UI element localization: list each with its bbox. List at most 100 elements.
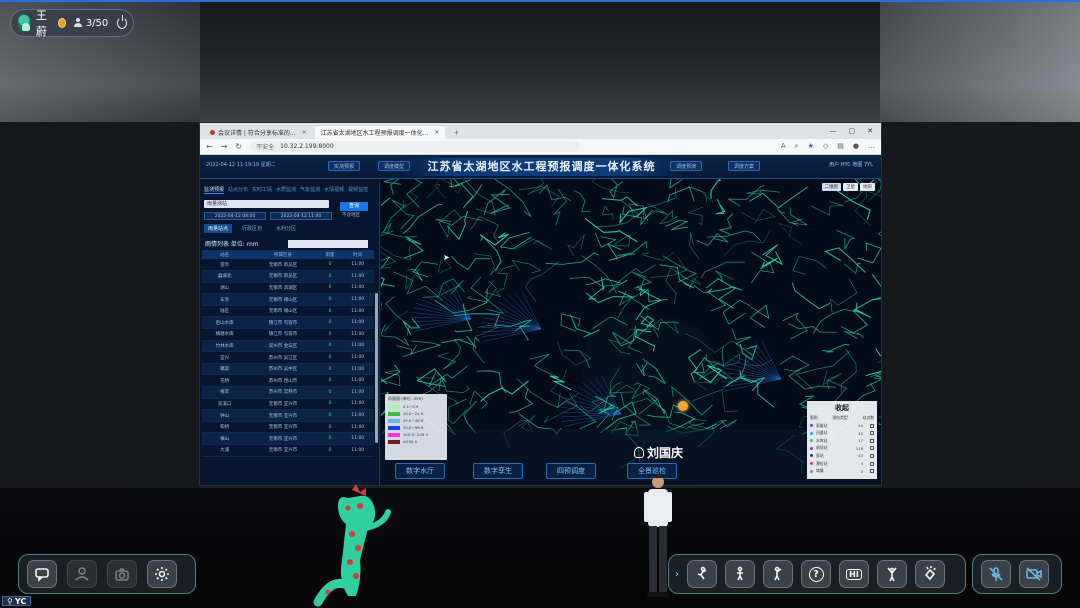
minimize-icon[interactable]: — bbox=[830, 127, 837, 135]
station-type-select[interactable]: 雨量测站 bbox=[204, 200, 329, 208]
table-row[interactable]: 东亭 无锡市 锡山区 0 11:00 bbox=[202, 293, 374, 306]
table-row[interactable]: 后山水库 镇江市 句容市 0 11:00 bbox=[202, 316, 374, 330]
table-row[interactable]: 蠡城北 无锡市 新吴区 0 11:00 bbox=[202, 270, 374, 283]
header-button-rehearsal[interactable]: 调度预演 bbox=[670, 161, 703, 171]
browser-tab-meeting[interactable]: 会议详情 | 符合分享标准的... ✕ bbox=[204, 126, 313, 139]
cheer-button[interactable] bbox=[877, 560, 907, 588]
sub-tab[interactable]: 水利分区 bbox=[272, 224, 300, 233]
chat-button[interactable] bbox=[27, 560, 57, 588]
mic-toggle-button[interactable] bbox=[981, 560, 1011, 588]
river-line bbox=[553, 189, 567, 226]
forward-icon[interactable]: → bbox=[221, 142, 228, 151]
layer-satellite-button[interactable]: 卫星 bbox=[843, 183, 858, 191]
profile-icon[interactable]: ● bbox=[853, 142, 859, 151]
table-row[interactable]: 横塘水库 镇江市 句容市 0 11:00 bbox=[202, 328, 374, 341]
station-type-checkbox[interactable] bbox=[870, 453, 874, 458]
panel-tab[interactable]: 视频监控 bbox=[348, 186, 368, 194]
station-type-checkbox[interactable] bbox=[870, 469, 874, 474]
table-row[interactable]: 梅李 苏州市 常熟市 0 11:00 bbox=[202, 386, 374, 399]
column-header[interactable]: 时间 bbox=[341, 250, 374, 259]
camera-toggle-button[interactable] bbox=[1019, 560, 1049, 588]
station-type-checkbox[interactable] bbox=[870, 446, 874, 451]
table-row[interactable]: 陆区 无锡市 锡山区 0 11:00 bbox=[202, 305, 374, 318]
collapse-button[interactable]: 收起 bbox=[810, 403, 874, 413]
user-button[interactable] bbox=[67, 560, 97, 588]
close-icon[interactable]: ✕ bbox=[302, 129, 307, 136]
extensions-icon[interactable]: ◇ bbox=[823, 142, 828, 151]
panel-tab[interactable]: 实时工情 bbox=[252, 186, 272, 194]
favorite-star-icon[interactable]: ★ bbox=[808, 142, 814, 151]
hi-button[interactable]: HI bbox=[839, 560, 869, 588]
station-search-input[interactable] bbox=[288, 239, 368, 248]
header-button-forecast[interactable]: 实测预报 bbox=[328, 161, 361, 171]
layer-2d-button[interactable]: 二维图 bbox=[821, 183, 841, 191]
location-marker-icon[interactable] bbox=[678, 401, 688, 411]
gesture-button-2[interactable] bbox=[725, 560, 755, 588]
date-to-input[interactable]: 2022-04-12 11:00 bbox=[270, 212, 332, 220]
river-network-map[interactable]: 二维图 卫星 地形 ➤ 雨量图 (单位: mm) 0.1~9.9 10.0~24.… bbox=[381, 179, 881, 485]
table-row[interactable]: 藕渠 苏州市 吴中区 0 11:00 bbox=[202, 363, 374, 376]
sub-tab[interactable]: 雨量站点 bbox=[204, 224, 233, 233]
layer-terrain-button[interactable]: 地形 bbox=[860, 183, 875, 191]
user-badge[interactable]: 王蔚 3/50 bbox=[10, 9, 134, 38]
river-line bbox=[581, 255, 617, 294]
table-row[interactable]: 竹林水库 常州市 金坛区 0 11:00 bbox=[202, 340, 374, 353]
panel-tab[interactable]: 水情视频 bbox=[324, 186, 344, 194]
map-button-four-forecast[interactable]: 四预调度 bbox=[546, 463, 596, 479]
reload-icon[interactable]: ↻ bbox=[235, 142, 242, 151]
read-aloud-icon[interactable]: A bbox=[781, 142, 786, 151]
url-text: 10.32.2.199:8000 bbox=[280, 143, 334, 150]
power-icon[interactable] bbox=[117, 15, 127, 29]
table-row[interactable]: 大浦 无锡市 宜兴市 0 11:00 bbox=[202, 444, 374, 457]
dance-icon bbox=[697, 566, 707, 580]
gesture-button-1[interactable] bbox=[687, 560, 717, 588]
table-row[interactable]: 钟山 无锡市 宜兴市 0 11:00 bbox=[202, 409, 374, 422]
table-row[interactable]: 双溪口 无锡市 宜兴市 0 11:00 bbox=[202, 398, 374, 411]
gesture-button-3[interactable] bbox=[763, 560, 793, 588]
column-header[interactable]: 雨量 bbox=[318, 250, 342, 259]
close-window-icon[interactable]: ✕ bbox=[867, 127, 873, 135]
query-button[interactable]: 查询 bbox=[340, 202, 368, 211]
panel-tab[interactable]: 监测预报 bbox=[204, 186, 225, 194]
settings-button[interactable] bbox=[147, 560, 177, 588]
station-type-checkbox[interactable] bbox=[870, 438, 874, 443]
table-cell: 11:00 bbox=[341, 270, 374, 283]
browser-tab-system[interactable]: 江苏省太湖地区水工程预报调度一体化... ✕ bbox=[314, 126, 446, 139]
table-row[interactable]: 湖山 无锡市 滨湖区 0 11:00 bbox=[202, 282, 374, 295]
new-tab-icon[interactable]: ＋ bbox=[447, 126, 465, 139]
camera-button[interactable] bbox=[107, 560, 137, 588]
station-type-checkbox[interactable] bbox=[870, 423, 874, 428]
table-row[interactable]: 花桥 苏州市 昆山市 0 11:00 bbox=[202, 374, 374, 388]
url-bar[interactable]: 不安全 10.32.2.199:8000 bbox=[250, 141, 581, 152]
collections-icon[interactable]: ▤ bbox=[837, 142, 844, 151]
panel-tab[interactable]: 气象监测 bbox=[300, 186, 320, 194]
back-icon[interactable]: ← bbox=[206, 142, 213, 151]
sub-tab[interactable]: 行政区划 bbox=[238, 224, 266, 233]
station-type-checkbox[interactable] bbox=[870, 431, 874, 436]
panel-tab[interactable]: 水质监测 bbox=[276, 186, 296, 194]
table-row[interactable]: 和桥 无锡市 宜兴市 0 11:00 bbox=[202, 421, 374, 434]
column-header[interactable]: 所属区县 bbox=[247, 250, 319, 259]
clap-button[interactable] bbox=[915, 560, 945, 588]
expand-arrow-icon[interactable]: › bbox=[675, 569, 679, 580]
zoom-icon[interactable]: ⌕ bbox=[795, 142, 799, 151]
column-header[interactable]: 站名 bbox=[202, 250, 248, 259]
scrollbar[interactable] bbox=[375, 293, 378, 443]
table-row[interactable]: 望亭 无锡市 新吴区 0 11:00 bbox=[202, 259, 374, 272]
date-from-input[interactable]: 2022-04-12 08:00 bbox=[204, 212, 266, 220]
map-button-digital-twin[interactable]: 数字孪生 bbox=[473, 463, 523, 479]
station-count: 0 bbox=[860, 468, 863, 474]
panel-tab[interactable]: 站点分布 bbox=[228, 186, 248, 194]
table-row[interactable]: 横山 无锡市 宜兴市 0 11:00 bbox=[202, 432, 374, 445]
maximize-icon[interactable]: ▢ bbox=[849, 127, 856, 135]
exclude-area-checkbox[interactable]: 不含地区 bbox=[342, 212, 360, 220]
station-type-label: 闸坝站 bbox=[816, 445, 828, 451]
river-line bbox=[669, 179, 683, 189]
station-type-checkbox[interactable] bbox=[870, 461, 874, 466]
close-icon[interactable]: ✕ bbox=[434, 129, 439, 136]
map-button-water-hall[interactable]: 数字水厅 bbox=[395, 463, 445, 479]
question-button[interactable]: ? bbox=[801, 560, 831, 588]
table-row[interactable]: 宜兴 苏州市 吴江区 0 11:00 bbox=[202, 351, 374, 364]
header-button-plan[interactable]: 调度方案 bbox=[728, 161, 761, 171]
more-icon[interactable]: … bbox=[868, 142, 875, 151]
